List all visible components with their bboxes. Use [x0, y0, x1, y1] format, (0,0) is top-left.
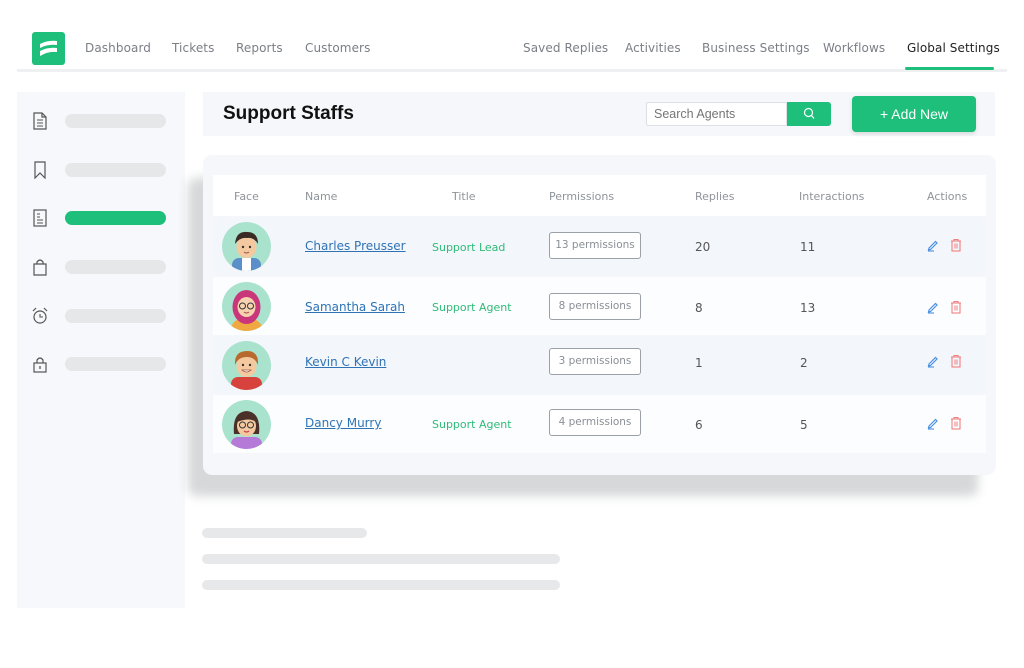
- delete-icon[interactable]: [949, 300, 963, 314]
- nav-global-settings[interactable]: Global Settings: [907, 41, 1000, 55]
- search-icon: [803, 107, 815, 119]
- active-tab-indicator: [905, 67, 994, 70]
- sidebar-item-reports[interactable]: [17, 203, 185, 233]
- sidebar-item-security[interactable]: [17, 349, 185, 379]
- permissions-button[interactable]: 3 permissions: [549, 348, 641, 375]
- delete-icon[interactable]: [949, 416, 963, 430]
- edit-icon[interactable]: [926, 238, 940, 252]
- column-face: Face: [234, 190, 259, 203]
- table-row: Kevin C Kevin 3 permissions 1 2: [213, 336, 986, 394]
- avatar: [222, 222, 271, 271]
- agent-name-link[interactable]: Samantha Sarah: [305, 300, 405, 314]
- column-title: Title: [452, 190, 476, 203]
- table-row: Samantha Sarah Support Agent 8 permissio…: [213, 277, 986, 335]
- permissions-button[interactable]: 4 permissions: [549, 409, 641, 436]
- document-icon: [33, 112, 47, 130]
- fluent-support-logo-icon[interactable]: [32, 32, 65, 65]
- replies-count: 20: [695, 240, 711, 254]
- replies-count: 1: [695, 356, 703, 370]
- edit-icon[interactable]: [926, 354, 940, 368]
- sidebar-item-reminders[interactable]: [17, 301, 185, 331]
- agent-title: Support Lead: [432, 241, 506, 254]
- sidebar-item-bookmarks[interactable]: [17, 155, 185, 185]
- sidebar-item-label: [65, 309, 166, 323]
- nav-saved-replies[interactable]: Saved Replies: [523, 41, 608, 55]
- lock-icon: [33, 357, 47, 373]
- avatar: [222, 282, 271, 331]
- column-replies: Replies: [695, 190, 735, 203]
- alarm-clock-icon: [32, 307, 48, 324]
- table-row: Charles Preusser Support Lead 13 permiss…: [213, 217, 986, 275]
- report-icon: [33, 209, 47, 227]
- sidebar-item-documents[interactable]: [17, 106, 185, 136]
- replies-count: 6: [695, 418, 703, 432]
- edit-icon[interactable]: [926, 300, 940, 314]
- sidebar: [17, 92, 185, 608]
- nav-tickets[interactable]: Tickets: [172, 41, 214, 55]
- sidebar-item-label: [65, 260, 166, 274]
- agent-name-link[interactable]: Dancy Murry: [305, 416, 381, 430]
- delete-icon[interactable]: [949, 238, 963, 252]
- nav-activities[interactable]: Activities: [625, 41, 681, 55]
- table-header: Face Name Title Permissions Replies Inte…: [213, 175, 986, 216]
- skeleton-line: [202, 554, 560, 564]
- edit-icon[interactable]: [926, 416, 940, 430]
- column-actions: Actions: [927, 190, 968, 203]
- column-interactions: Interactions: [799, 190, 865, 203]
- sidebar-item-label: [65, 163, 166, 177]
- agent-title: Support Agent: [432, 418, 512, 431]
- replies-count: 8: [695, 301, 703, 315]
- page-header: Support Staffs + Add New: [203, 92, 995, 136]
- permissions-button[interactable]: 8 permissions: [549, 293, 641, 320]
- page-title: Support Staffs: [223, 103, 354, 124]
- nav-dashboard[interactable]: Dashboard: [85, 41, 151, 55]
- agent-title: Support Agent: [432, 301, 512, 314]
- sidebar-item-label: [65, 114, 166, 128]
- interactions-count: 13: [800, 301, 816, 315]
- agent-name-link[interactable]: Charles Preusser: [305, 239, 406, 253]
- sidebar-item-orders[interactable]: [17, 252, 185, 282]
- bookmark-icon: [34, 161, 46, 179]
- search-agents-input[interactable]: [646, 102, 787, 126]
- add-new-button[interactable]: + Add New: [852, 96, 976, 132]
- column-name: Name: [305, 190, 338, 203]
- sidebar-item-label: [65, 211, 166, 225]
- nav-workflows[interactable]: Workflows: [823, 41, 885, 55]
- skeleton-line: [202, 580, 560, 590]
- interactions-count: 2: [800, 356, 808, 370]
- permissions-button[interactable]: 13 permissions: [549, 232, 641, 259]
- skeleton-line: [202, 528, 367, 538]
- support-staff-table-card: Face Name Title Permissions Replies Inte…: [203, 155, 996, 475]
- avatar: [222, 400, 271, 449]
- agent-name-link[interactable]: Kevin C Kevin: [305, 355, 386, 369]
- shopping-bag-icon: [33, 259, 47, 276]
- nav-business-settings[interactable]: Business Settings: [702, 41, 810, 55]
- sidebar-item-label: [65, 357, 166, 371]
- interactions-count: 5: [800, 418, 808, 432]
- avatar: [222, 341, 271, 390]
- top-navigation: Dashboard Tickets Reports Customers Save…: [17, 30, 1007, 72]
- delete-icon[interactable]: [949, 354, 963, 368]
- nav-customers[interactable]: Customers: [305, 41, 370, 55]
- table-row: Dancy Murry Support Agent 4 permissions …: [213, 395, 986, 453]
- interactions-count: 11: [800, 240, 816, 254]
- nav-reports[interactable]: Reports: [236, 41, 283, 55]
- search-button[interactable]: [787, 102, 831, 126]
- column-permissions: Permissions: [549, 190, 615, 203]
